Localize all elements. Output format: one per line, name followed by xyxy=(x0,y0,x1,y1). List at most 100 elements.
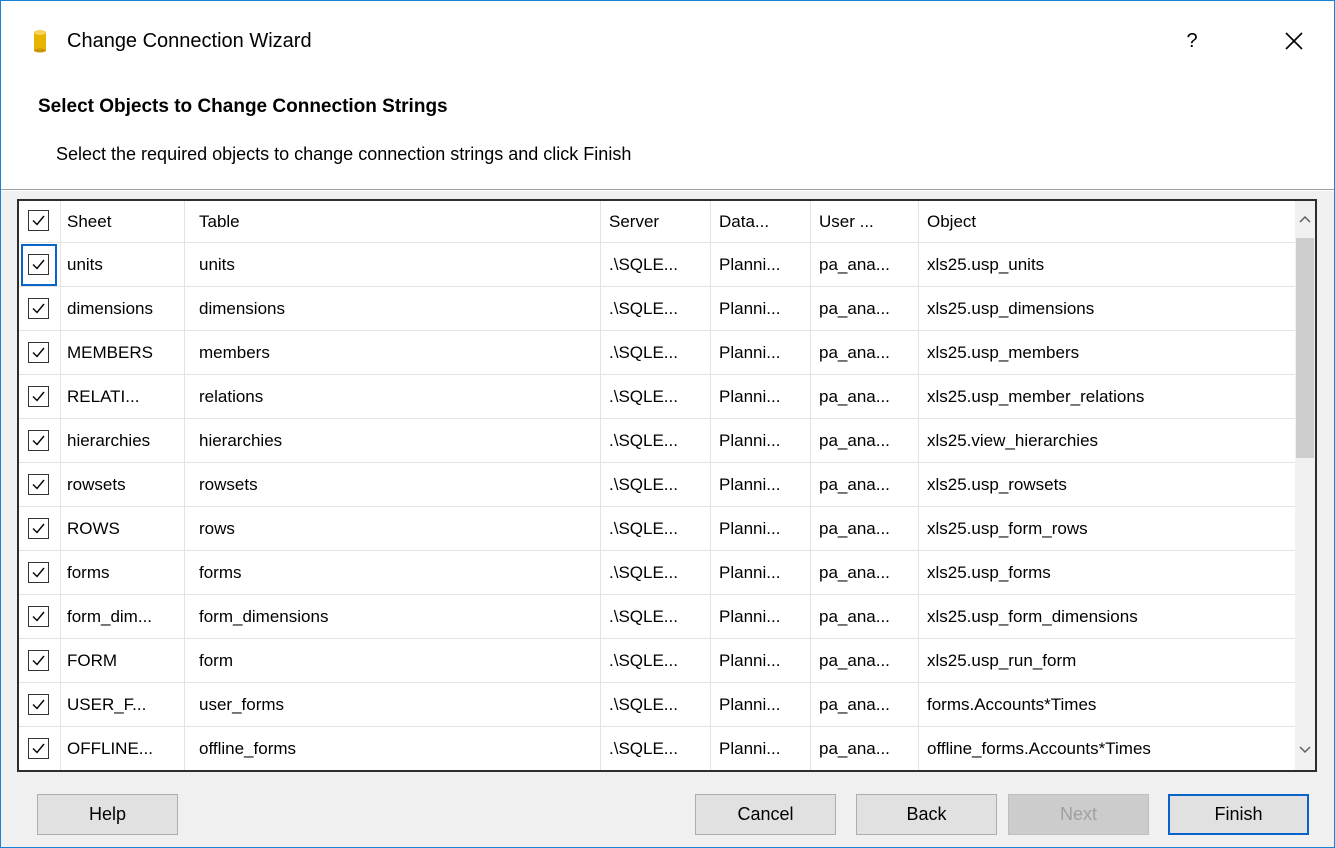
table-row[interactable]: form_dim... form_dimensions .\SQLE... Plann… xyxy=(19,595,1295,639)
checkmark-icon xyxy=(32,391,45,402)
scrollbar-thumb[interactable] xyxy=(1296,238,1314,458)
cell-select xyxy=(19,507,61,551)
checkmark-icon xyxy=(32,567,45,578)
table-row[interactable]: rowsets rowsets .\SQLE... Planni... pa_ana..… xyxy=(19,463,1295,507)
database-icon xyxy=(34,30,46,53)
title-bar: Change Connection Wizard ? xyxy=(1,1,1334,81)
table-row[interactable]: OFFLINE... offline_forms .\SQLE... Planni..… xyxy=(19,727,1295,770)
row-checkbox[interactable] xyxy=(28,386,49,407)
cell-database: Planni... xyxy=(711,683,811,727)
scroll-up-icon[interactable] xyxy=(1298,213,1312,227)
column-header-user[interactable]: User ... xyxy=(811,201,919,243)
cell-table: members xyxy=(185,331,601,375)
cell-user: pa_ana... xyxy=(811,243,919,287)
cell-server: .\SQLE... xyxy=(601,683,711,727)
cell-user: pa_ana... xyxy=(811,287,919,331)
cell-database: Planni... xyxy=(711,507,811,551)
row-checkbox[interactable] xyxy=(28,254,49,275)
cell-select xyxy=(19,463,61,507)
cell-sheet: FORM xyxy=(61,639,185,683)
row-checkbox[interactable] xyxy=(28,474,49,495)
page-subtitle: Select the required objects to change co… xyxy=(56,144,632,164)
cell-server: .\SQLE... xyxy=(601,595,711,639)
cell-table: form xyxy=(185,639,601,683)
cell-select xyxy=(19,287,61,331)
cell-table: rows xyxy=(185,507,601,551)
table-row[interactable]: MEMBERS members .\SQLE... Planni... pa_ana..… xyxy=(19,331,1295,375)
row-checkbox[interactable] xyxy=(28,738,49,759)
cell-server: .\SQLE... xyxy=(601,243,711,287)
cell-database: Planni... xyxy=(711,639,811,683)
cell-table: rowsets xyxy=(185,463,601,507)
cancel-button[interactable]: Cancel xyxy=(695,794,836,835)
cell-database: Planni... xyxy=(711,331,811,375)
help-button[interactable]: Help xyxy=(37,794,178,835)
checkmark-icon xyxy=(32,655,45,666)
column-header-database[interactable]: Data... xyxy=(711,201,811,243)
row-checkbox[interactable] xyxy=(28,606,49,627)
column-header-sheet[interactable]: Sheet xyxy=(61,201,185,243)
wizard-window: Change Connection Wizard ? Select Object… xyxy=(0,0,1335,848)
scroll-down-icon[interactable] xyxy=(1298,742,1312,756)
cell-object: xls25.usp_rowsets xyxy=(919,463,1295,507)
cell-sheet: form_dim... xyxy=(61,595,185,639)
table-row[interactable]: ROWS rows .\SQLE... Planni... pa_ana... xls25… xyxy=(19,507,1295,551)
column-header-table[interactable]: Table xyxy=(185,201,601,243)
cell-select xyxy=(19,551,61,595)
cell-server: .\SQLE... xyxy=(601,463,711,507)
title-help-button[interactable]: ? xyxy=(1169,21,1215,61)
row-checkbox[interactable] xyxy=(28,298,49,319)
cell-object: offline_forms.Accounts*Times xyxy=(919,727,1295,770)
cell-server: .\SQLE... xyxy=(601,507,711,551)
cell-user: pa_ana... xyxy=(811,595,919,639)
cell-server: .\SQLE... xyxy=(601,331,711,375)
cell-database: Planni... xyxy=(711,419,811,463)
cell-sheet: USER_F... xyxy=(61,683,185,727)
cell-server: .\SQLE... xyxy=(601,287,711,331)
cell-server: .\SQLE... xyxy=(601,375,711,419)
next-button[interactable]: Next xyxy=(1008,794,1149,835)
cell-sheet: rowsets xyxy=(61,463,185,507)
finish-button[interactable]: Finish xyxy=(1168,794,1309,835)
cell-table: offline_forms xyxy=(185,727,601,770)
cell-select xyxy=(19,331,61,375)
table-row[interactable]: forms forms .\SQLE... Planni... pa_ana... xls… xyxy=(19,551,1295,595)
row-checkbox[interactable] xyxy=(28,650,49,671)
cell-sheet: units xyxy=(61,243,185,287)
cell-database: Planni... xyxy=(711,595,811,639)
table-row[interactable]: RELATI... relations .\SQLE... Planni... pa_a… xyxy=(19,375,1295,419)
objects-grid: Sheet Table Server Data... User ... Obje… xyxy=(17,199,1317,772)
table-row[interactable]: dimensions dimensions .\SQLE... Planni... pa… xyxy=(19,287,1295,331)
cell-user: pa_ana... xyxy=(811,507,919,551)
row-checkbox[interactable] xyxy=(28,430,49,451)
cell-table: relations xyxy=(185,375,601,419)
column-header-server[interactable]: Server xyxy=(601,201,711,243)
row-checkbox[interactable] xyxy=(28,518,49,539)
cell-select xyxy=(19,639,61,683)
select-all-checkbox[interactable] xyxy=(28,210,49,231)
row-checkbox[interactable] xyxy=(28,342,49,363)
cell-sheet: OFFLINE... xyxy=(61,727,185,770)
cell-sheet: hierarchies xyxy=(61,419,185,463)
table-row[interactable]: USER_F... user_forms .\SQLE... Planni... pa_… xyxy=(19,683,1295,727)
table-row[interactable]: FORM form .\SQLE... Planni... pa_ana... xls25… xyxy=(19,639,1295,683)
close-button[interactable] xyxy=(1271,21,1317,61)
row-checkbox[interactable] xyxy=(28,562,49,583)
cell-database: Planni... xyxy=(711,375,811,419)
cell-user: pa_ana... xyxy=(811,727,919,770)
cell-sheet: forms xyxy=(61,551,185,595)
cell-select xyxy=(19,419,61,463)
table-row[interactable]: hierarchies hierarchies .\SQLE... Planni...… xyxy=(19,419,1295,463)
vertical-scrollbar[interactable] xyxy=(1295,201,1315,770)
table-row[interactable]: units units .\SQLE... Planni... pa_ana... xls… xyxy=(19,243,1295,287)
cell-table: user_forms xyxy=(185,683,601,727)
checkmark-icon xyxy=(32,259,45,270)
row-checkbox[interactable] xyxy=(28,694,49,715)
cell-user: pa_ana... xyxy=(811,331,919,375)
checkmark-icon xyxy=(32,523,45,534)
cell-table: forms xyxy=(185,551,601,595)
column-header-object[interactable]: Object xyxy=(919,201,1295,243)
cell-sheet: MEMBERS xyxy=(61,331,185,375)
wizard-header: Select Objects to Change Connection Stri… xyxy=(1,81,1334,191)
back-button[interactable]: Back xyxy=(856,794,997,835)
